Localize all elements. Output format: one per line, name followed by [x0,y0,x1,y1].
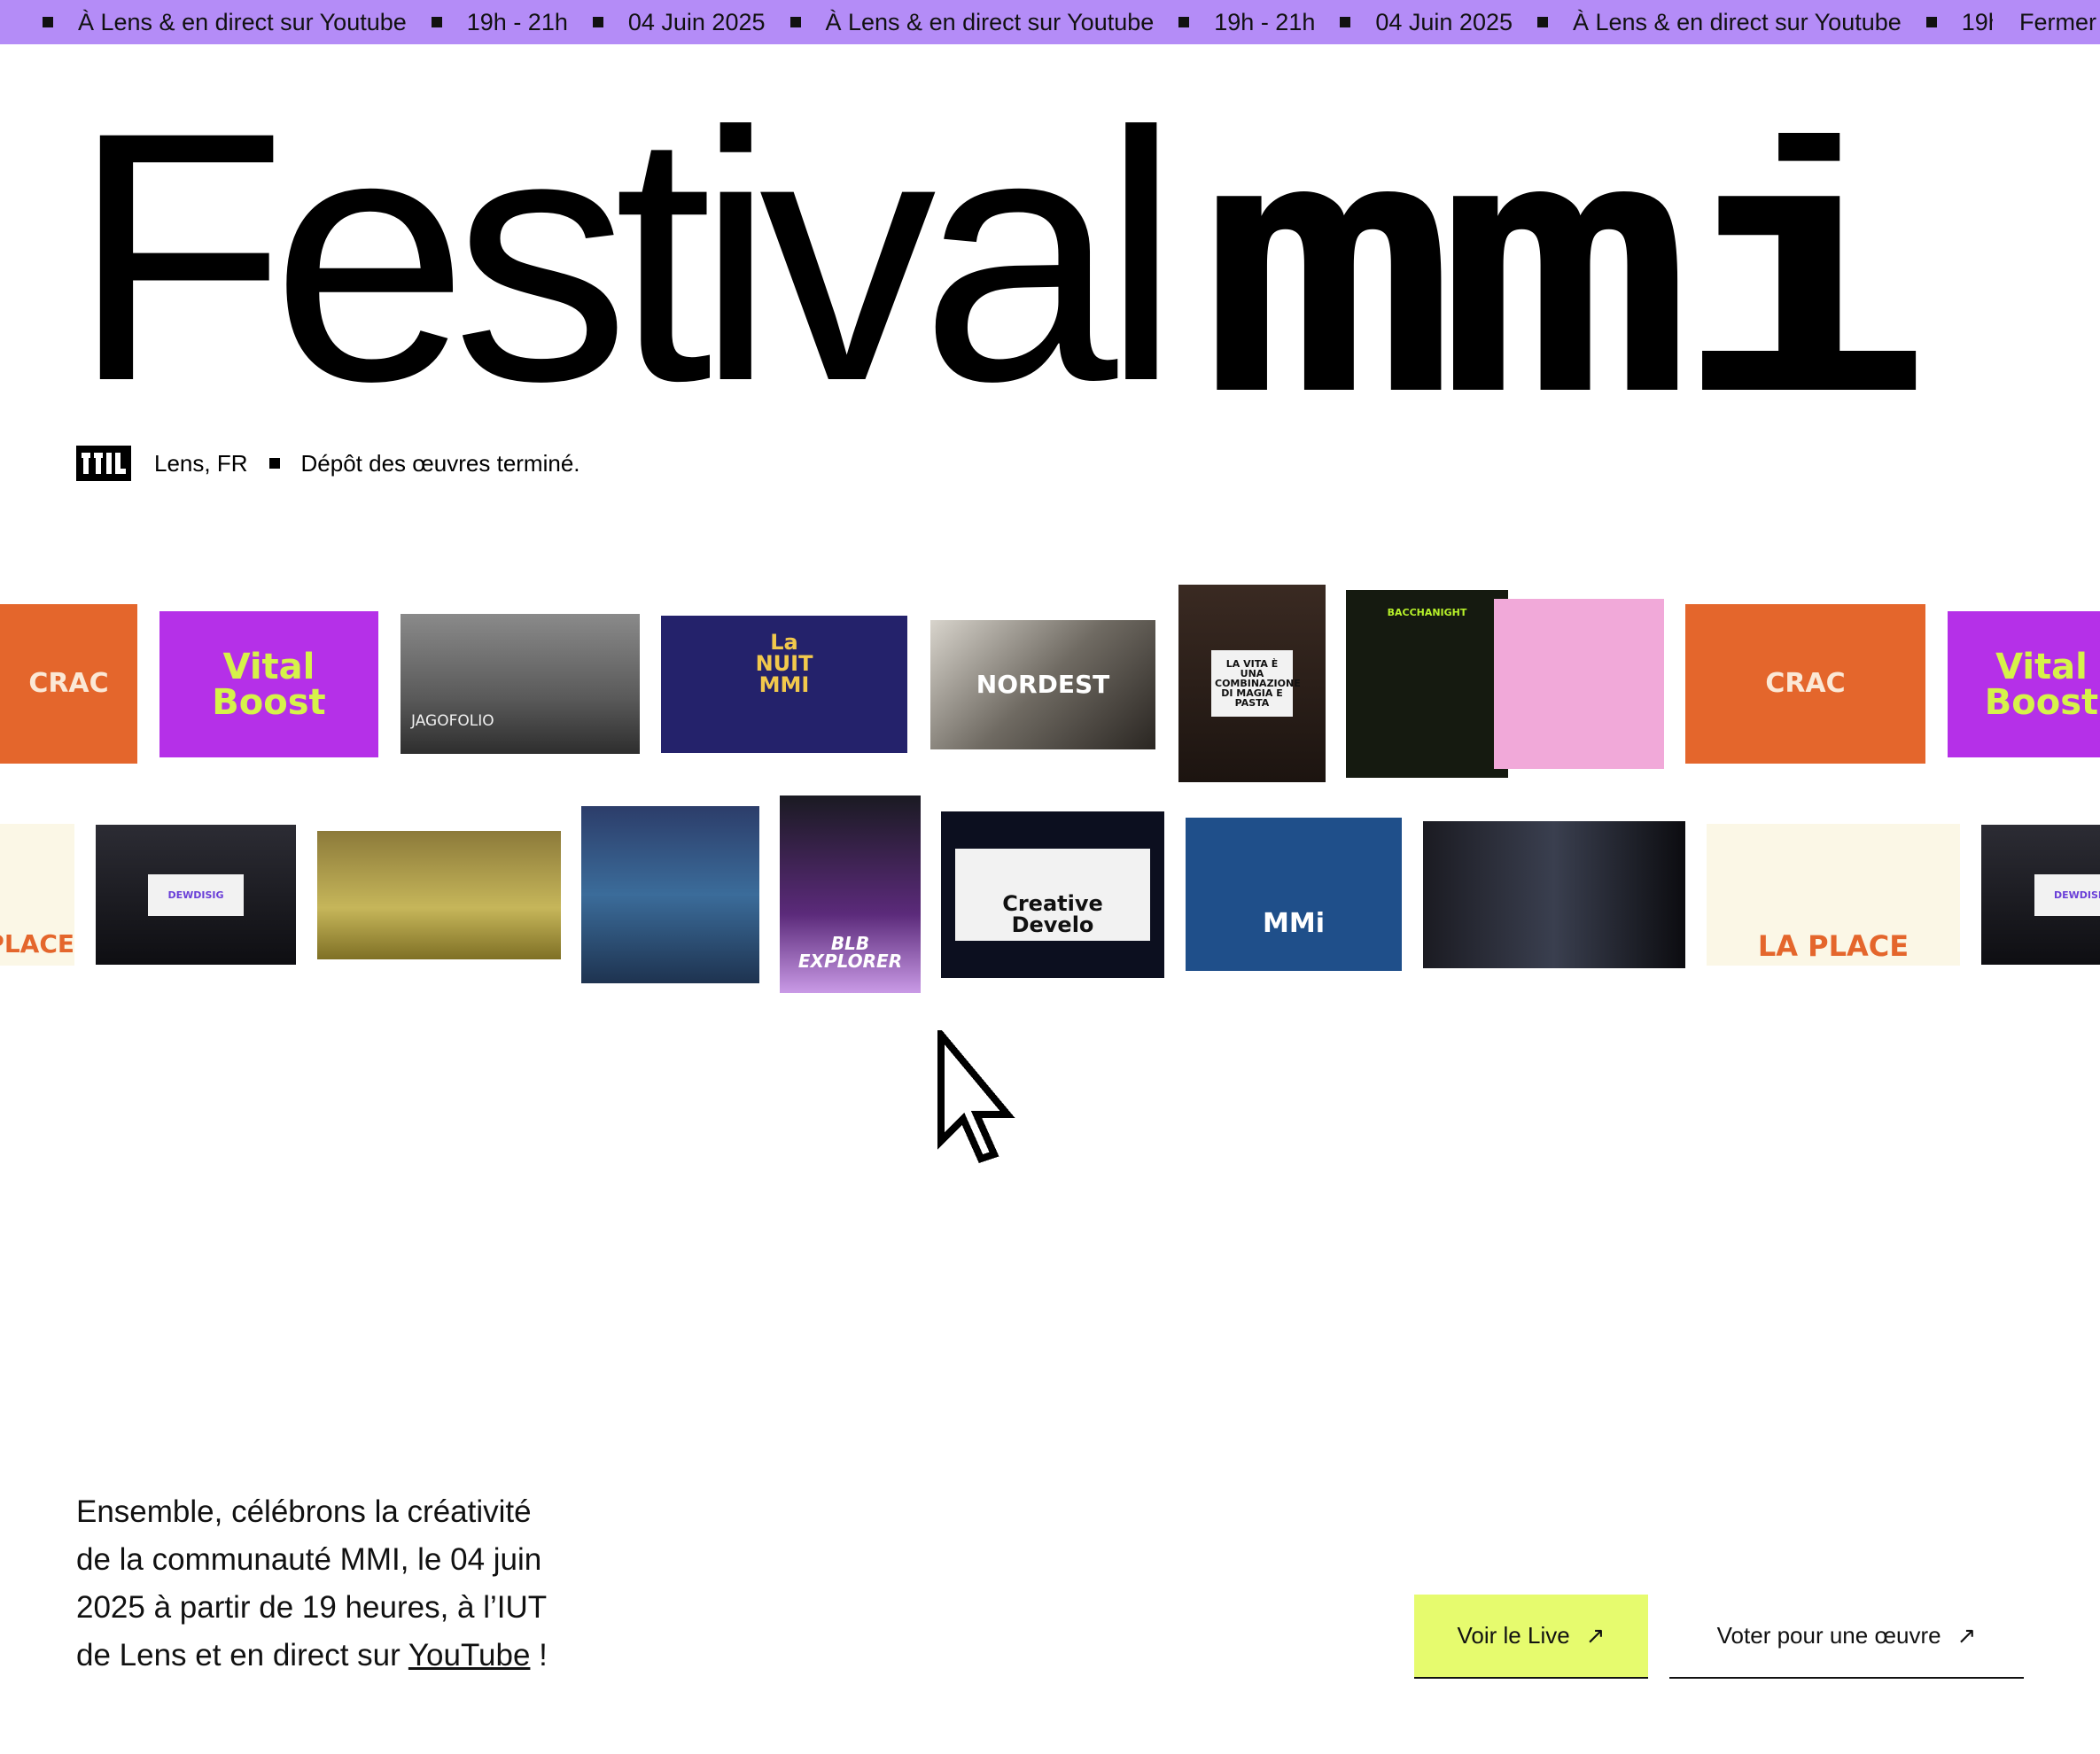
gallery-item-label: CRAC [1765,668,1846,699]
pixel-cursor-icon [937,1030,1015,1163]
ticker-separator [43,17,53,27]
gallery-item-label: BACCHANIGHT [1387,607,1467,618]
gallery-item[interactable]: LA PLACE [0,824,74,966]
gallery-item[interactable]: CRAC [1685,604,1925,764]
youtube-link[interactable]: YouTube [408,1638,531,1673]
gallery-item-label: MMi [1263,908,1325,939]
hero-title-word: Festival [71,58,1180,454]
intro-text-end: ! [530,1638,548,1673]
hero-title-pixel-mmi: mmi [1200,133,1926,399]
gallery-row-2: LA PLACE DEWDISIG BLB EXPLORER Creative … [0,796,2100,1008]
ticker-location: À Lens & en direct sur Youtube [825,8,1155,35]
ticker-separator [1178,17,1190,27]
hero-title-pixel-text: mmi [1200,133,1920,399]
gallery-item-label: La NUIT MMI [755,630,813,697]
ticker-time: 19h - 21h [1214,8,1316,35]
ticker-location: À Lens & en direct sur Youtube [78,8,407,35]
gallery-item[interactable]: JAGOFOLIO [401,614,640,754]
gallery-item[interactable]: DEWDISIG [96,825,296,965]
gallery-item-label: DEWDISIG [2034,873,2100,916]
gallery-row-1: CRAC Vital Boost JAGOFOLIO La NUIT MMI N… [0,585,2100,797]
ticker-separator [789,17,801,27]
gallery-item[interactable]: Vital Boost [159,611,378,757]
ticker-separator [1925,17,1937,27]
gallery-item-label: JAGOFOLIO [411,712,494,730]
mmi-logo-icon [76,446,131,481]
gallery-item[interactable] [581,806,759,983]
ticker-date: 04 Juin 2025 [1375,8,1513,35]
gallery-item-label: CRAC [28,668,109,699]
gallery-item[interactable] [1494,599,1664,769]
meta-location: Lens, FR [154,449,248,477]
meta-separator [268,458,280,469]
gallery-item[interactable] [317,831,561,959]
gallery-item-label: NORDEST [976,670,1110,699]
gallery-item[interactable]: BACCHANIGHT [1346,590,1508,778]
gallery-item[interactable]: Creative Develo [941,811,1164,978]
arrow-up-right-icon: ↗ [1585,1622,1606,1649]
ticker-track: À Lens & en direct sur Youtube 19h - 21h… [18,0,2063,44]
ticker-separator [1537,17,1548,27]
gallery-item[interactable]: LA PLACE [1707,824,1960,966]
intro-paragraph: Ensemble, célébrons la créativité de la … [76,1488,572,1680]
gallery-item-label: DEWDISIG [148,873,244,916]
gallery-item[interactable]: BLB EXPLORER [780,796,921,993]
close-ticker-button[interactable]: Fermer [1993,0,2100,44]
gallery-item-label: Vital Boost [1984,646,2099,723]
gallery-item-label: Vital Boost [212,646,326,723]
meta-status: Dépôt des œuvres terminé. [300,449,580,477]
ticker-separator [1340,17,1351,27]
ticker-separator [592,17,603,27]
ticker-time: 19h - 21h [466,8,568,35]
gallery-item[interactable]: MMi [1186,818,1402,971]
watch-live-label: Voir le Live [1457,1622,1570,1649]
gallery-item-label: Creative Develo [955,849,1150,941]
gallery-item[interactable]: LA VITA È UNA COMBINAZIONE DI MAGIA E PA… [1178,585,1326,782]
hero-title: Festival mmi [71,58,1926,454]
arrow-up-right-icon: ↗ [1956,1622,1977,1649]
gallery-item-label: LA PLACE [1757,929,1909,963]
ticker-separator [431,17,442,27]
gallery-item[interactable]: Vital Boost [1948,611,2100,757]
watch-live-button[interactable]: Voir le Live ↗ [1414,1595,1648,1679]
gallery-item[interactable]: DEWDISIG [1981,825,2100,965]
gallery-item[interactable] [1423,821,1685,968]
announcement-ticker: À Lens & en direct sur Youtube 19h - 21h… [0,0,2100,44]
vote-button[interactable]: Voter pour une œuvre ↗ [1669,1595,2024,1679]
gallery-item-label: LA PLACE [0,929,74,958]
gallery-item-label: LA VITA È UNA COMBINAZIONE DI MAGIA E PA… [1211,650,1301,717]
ticker-date: 04 Juin 2025 [627,8,766,35]
gallery-item[interactable]: La NUIT MMI [661,616,907,753]
gallery-item[interactable]: CRAC [0,604,137,764]
ticker-location: À Lens & en direct sur Youtube [1573,8,1902,35]
event-meta: Lens, FR Dépôt des œuvres terminé. [76,446,580,481]
gallery-item[interactable]: NORDEST [930,620,1155,749]
gallery-item-label: BLB EXPLORER [797,933,903,972]
vote-label: Voter pour une œuvre [1716,1622,1941,1649]
